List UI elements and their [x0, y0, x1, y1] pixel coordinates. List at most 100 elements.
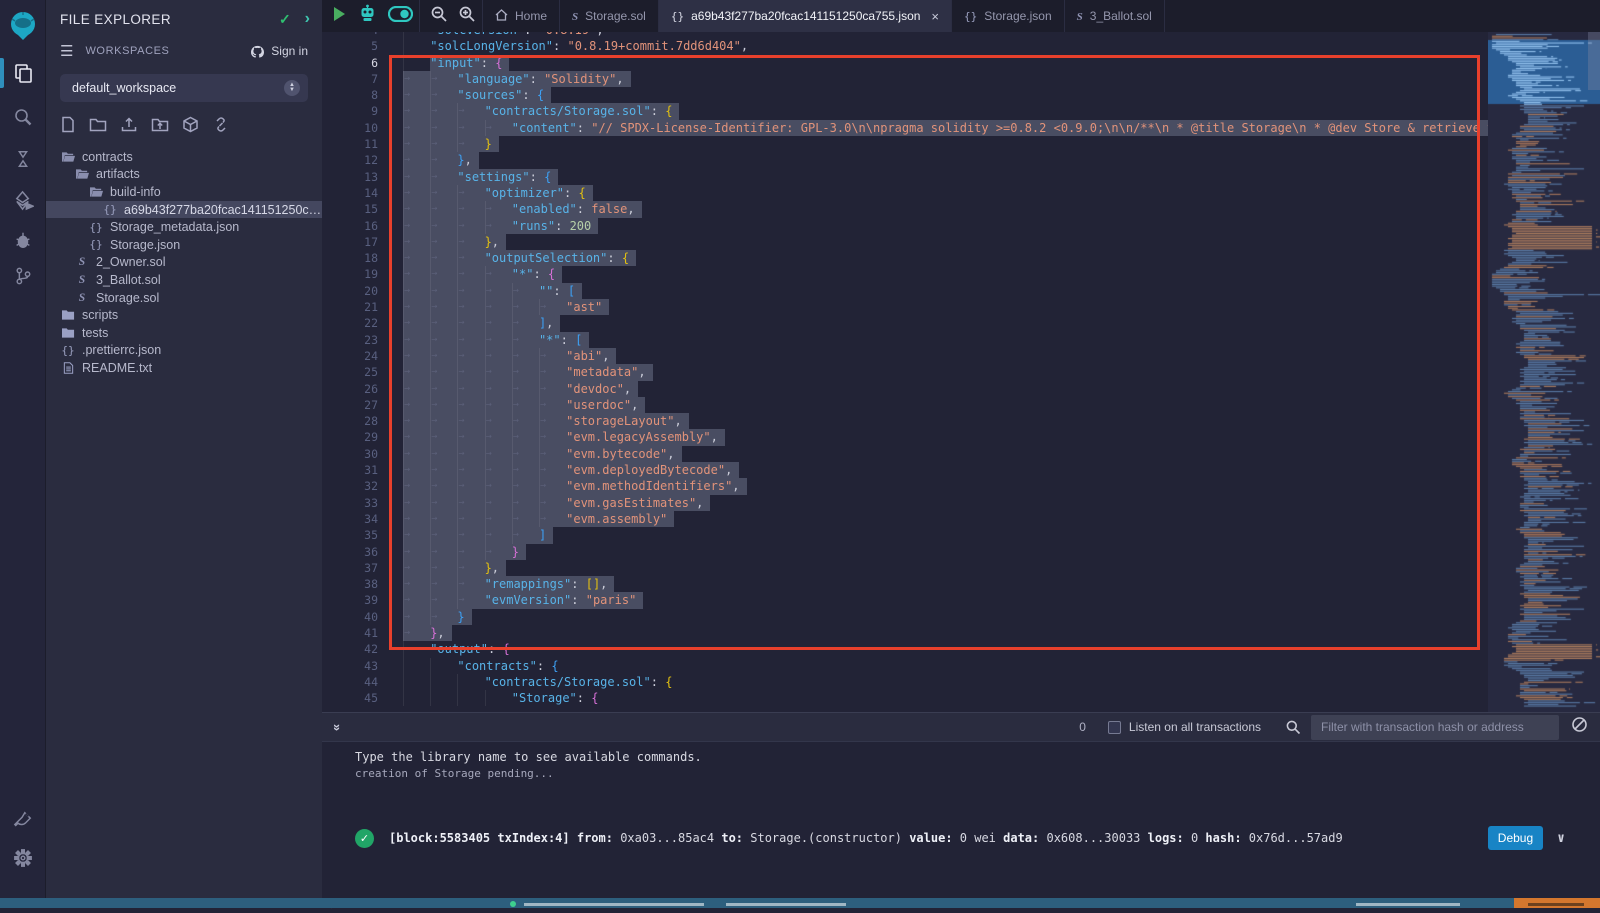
tree-item-2-owner-sol[interactable]: S2_Owner.sol — [46, 254, 322, 272]
search-icon[interactable] — [11, 105, 35, 129]
code-line-38[interactable]: 38→→→"remappings": [], — [322, 576, 1488, 592]
workspaces-menu-icon[interactable]: ☰ — [60, 42, 73, 60]
code-editor[interactable]: 4"solcVersion": "0.8.19",5"solcLongVersi… — [322, 32, 1600, 712]
settings-gear-icon[interactable] — [11, 846, 35, 870]
tree-item--prettierrc-json[interactable]: {}.prettierrc.json — [46, 342, 322, 360]
git-icon[interactable] — [11, 264, 35, 288]
tab-storage-sol[interactable]: SStorage.sol — [560, 0, 659, 32]
run-script-play-icon[interactable] — [332, 6, 347, 27]
code-line-45[interactable]: 45"Storage": { — [322, 690, 1488, 706]
code-line-43[interactable]: 43"contracts": { — [322, 658, 1488, 674]
code-line-31[interactable]: 31→→→→→→"evm.deployedBytecode", — [322, 462, 1488, 478]
code-line-15[interactable]: 15→→→→"enabled": false, — [322, 201, 1488, 217]
tree-item-contracts[interactable]: contracts — [46, 148, 322, 166]
code-line-7[interactable]: 7→→"language": "Solidity", — [322, 71, 1488, 87]
tab-storage-json[interactable]: {}Storage.json — [952, 0, 1065, 32]
tree-item-a69b43f277ba20fcac141151250ca7-[interactable]: {}a69b43f277ba20fcac141151250ca7... — [46, 201, 322, 219]
code-line-30[interactable]: 30→→→→→→"evm.bytecode", — [322, 446, 1488, 462]
token-punc: : — [530, 71, 544, 87]
code-line-24[interactable]: 24→→→→→→"abi", — [322, 348, 1488, 364]
code-line-36[interactable]: 36→→→→} — [322, 544, 1488, 560]
code-line-6[interactable]: 6"input": { — [322, 55, 1488, 71]
tree-item-build-info[interactable]: build-info — [46, 183, 322, 201]
workspace-select[interactable]: default_workspace ▲▼ — [60, 74, 308, 102]
tree-item-scripts[interactable]: scripts — [46, 306, 322, 324]
code-line-22[interactable]: 22→→→→→], — [322, 315, 1488, 331]
code-line-39[interactable]: 39→→→"evmVersion": "paris" — [322, 592, 1488, 608]
debug-button[interactable]: Debug — [1488, 826, 1543, 850]
code-line-17[interactable]: 17→→→}, — [322, 234, 1488, 250]
plugin-manager-icon[interactable] — [11, 808, 35, 832]
solidity-compiler-icon[interactable] — [11, 147, 35, 171]
editor-scrollbar-thumb[interactable] — [1588, 32, 1600, 90]
code-line-33[interactable]: 33→→→→→→"evm.gasEstimates", — [322, 495, 1488, 511]
code-line-29[interactable]: 29→→→→→→"evm.legacyAssembly", — [322, 429, 1488, 445]
code-line-18[interactable]: 18→→→"outputSelection": { — [322, 250, 1488, 266]
upload-folder-icon[interactable] — [151, 116, 169, 138]
tree-item-storage-json[interactable]: {}Storage.json — [46, 236, 322, 254]
code-line-12[interactable]: 12→→}, — [322, 152, 1488, 168]
code-line-20[interactable]: 20→→→→→"": [ — [322, 283, 1488, 299]
panel-expand-chevron-icon[interactable]: › — [305, 10, 310, 28]
listen-all-checkbox[interactable] — [1108, 721, 1121, 734]
code-line-40[interactable]: 40→→} — [322, 609, 1488, 625]
zoom-in-icon[interactable] — [458, 5, 476, 28]
tree-item-readme-txt[interactable]: README.txt — [46, 359, 322, 377]
transaction-log-row[interactable]: ✓ [block:5583405 txIndex:4] from: 0xa03.… — [355, 826, 1565, 850]
code-line-42[interactable]: 42"output": { — [322, 641, 1488, 657]
tree-item-3-ballot-sol[interactable]: S3_Ballot.sol — [46, 271, 322, 289]
terminal-output[interactable]: Type the library name to see available c… — [322, 742, 1600, 897]
code-line-11[interactable]: 11→→→} — [322, 136, 1488, 152]
debugger-icon[interactable] — [11, 228, 35, 252]
upload-file-icon[interactable] — [120, 116, 138, 138]
status-bar — [0, 898, 1600, 908]
tab-close-icon[interactable]: × — [931, 9, 939, 24]
code-line-5[interactable]: 5"solcLongVersion": "0.8.19+commit.7dd6d… — [322, 38, 1488, 54]
code-line-14[interactable]: 14→→→"optimizer": { — [322, 185, 1488, 201]
code-line-44[interactable]: 44"contracts/Storage.sol": { — [322, 674, 1488, 690]
tree-item-storage-sol[interactable]: SStorage.sol — [46, 289, 322, 307]
terminal-collapse-icon[interactable]: » — [330, 723, 345, 730]
minimap[interactable] — [1488, 32, 1600, 712]
code-line-41[interactable]: 41→}, — [322, 625, 1488, 641]
code-line-16[interactable]: 16→→→→"runs": 200 — [322, 218, 1488, 234]
code-line-13[interactable]: 13→→"settings": { — [322, 169, 1488, 185]
terminal-search-icon[interactable] — [1285, 719, 1301, 735]
code-line-27[interactable]: 27→→→→→→"userdoc", — [322, 397, 1488, 413]
tree-item-storage-metadata-json[interactable]: {}Storage_metadata.json — [46, 218, 322, 236]
link-icon[interactable] — [212, 116, 230, 138]
zoom-out-icon[interactable] — [430, 5, 448, 28]
code-line-10[interactable]: 10→→→→"content": "// SPDX-License-Identi… — [322, 120, 1488, 136]
file-explorer-icon[interactable] — [11, 61, 35, 85]
token-str: "evm.gasEstimates" — [566, 495, 696, 511]
tab-a69b43f277ba20fcac141151250ca755-json[interactable]: {}a69b43f277ba20fcac141151250ca755.json× — [659, 0, 952, 32]
code-line-28[interactable]: 28→→→→→→"storageLayout", — [322, 413, 1488, 429]
code-line-32[interactable]: 32→→→→→→"evm.methodIdentifiers", — [322, 478, 1488, 494]
new-folder-icon[interactable] — [89, 116, 107, 138]
code-line-26[interactable]: 26→→→→→→"devdoc", — [322, 381, 1488, 397]
tx-expand-chevron-icon[interactable]: ∨ — [1557, 831, 1565, 846]
remix-logo-icon[interactable] — [5, 8, 41, 44]
ai-toggle-switch[interactable] — [388, 6, 413, 27]
tab-home[interactable]: Home — [483, 0, 560, 32]
new-file-icon[interactable] — [60, 116, 76, 138]
ai-robot-icon[interactable] — [357, 4, 378, 28]
clear-console-icon[interactable] — [1571, 716, 1588, 738]
tab-3-ballot-sol[interactable]: S3_Ballot.sol — [1065, 0, 1165, 32]
code-line-35[interactable]: 35→→→→→] — [322, 527, 1488, 543]
code-line-23[interactable]: 23→→→→→"*": [ — [322, 332, 1488, 348]
code-line-9[interactable]: 9→→→"contracts/Storage.sol": { — [322, 103, 1488, 119]
code-line-19[interactable]: 19→→→→"*": { — [322, 266, 1488, 282]
transaction-filter-input[interactable] — [1311, 715, 1559, 740]
ipfs-cube-icon[interactable] — [182, 116, 199, 138]
tree-item-artifacts[interactable]: artifacts — [46, 166, 322, 184]
code-line-37[interactable]: 37→→→}, — [322, 560, 1488, 576]
code-line-34[interactable]: 34→→→→→→"evm.assembly" — [322, 511, 1488, 527]
status-alert-segment[interactable] — [1514, 898, 1600, 908]
tree-item-tests[interactable]: tests — [46, 324, 322, 342]
code-line-25[interactable]: 25→→→→→→"metadata", — [322, 364, 1488, 380]
code-line-21[interactable]: 21→→→→→→"ast" — [322, 299, 1488, 315]
deploy-run-icon[interactable] — [11, 188, 35, 212]
github-signin-button[interactable]: Sign in — [250, 44, 308, 58]
code-line-8[interactable]: 8→→"sources": { — [322, 87, 1488, 103]
